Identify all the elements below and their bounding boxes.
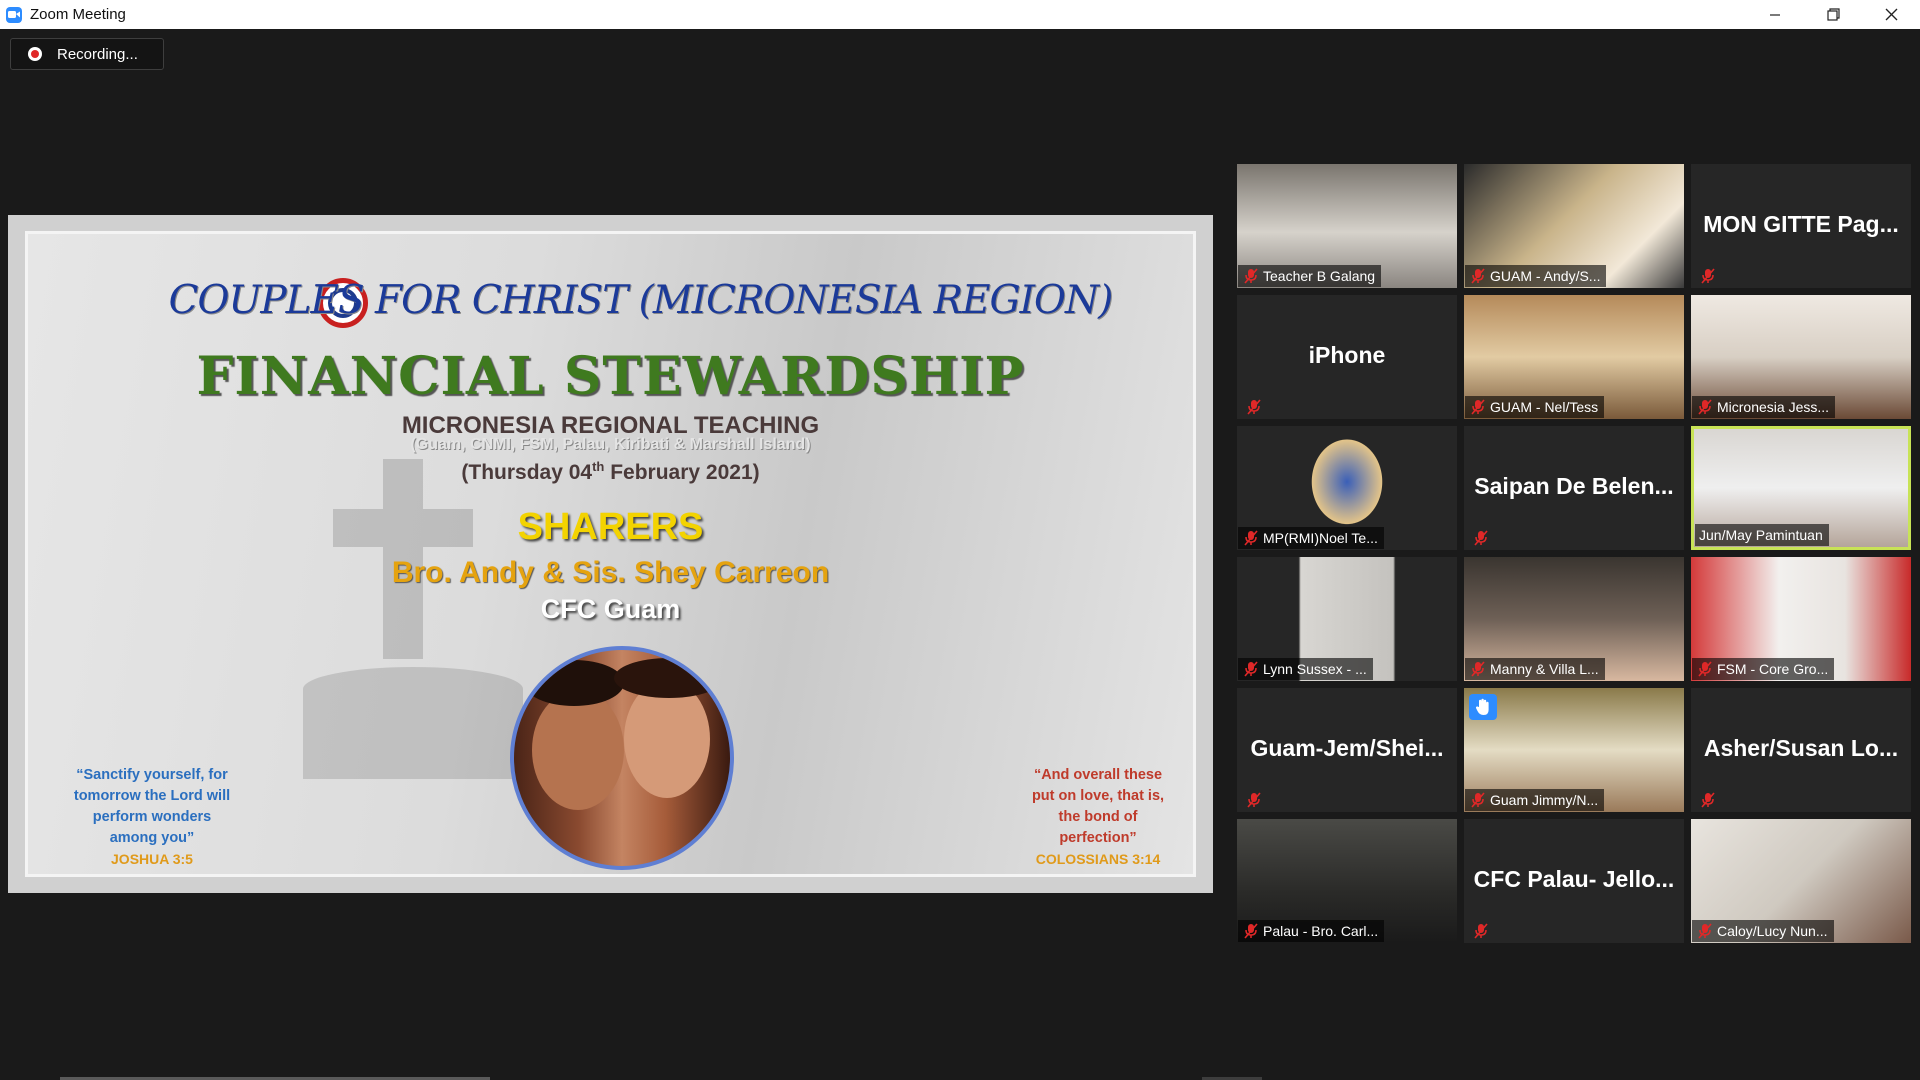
participant-nameplate: Lynn Sussex - ... [1238, 658, 1373, 680]
verse-left: “Sanctify yourself, for tomorrow the Lor… [73, 767, 231, 867]
sharers-heading: SHARERS [517, 506, 704, 548]
participant-tile[interactable]: FSM - Core Gro... [1691, 557, 1911, 681]
participant-tile[interactable]: Guam Jimmy/N... [1464, 688, 1684, 812]
window-title: Zoom Meeting [30, 6, 126, 23]
microphone-muted-icon [1468, 398, 1488, 416]
recording-indicator[interactable]: Recording... [10, 38, 164, 70]
microphone-muted-icon [1695, 398, 1715, 416]
microphone-muted-icon [1698, 791, 1718, 809]
microphone-muted-icon [1241, 922, 1261, 940]
participant-name: MON GITTE Pag... [1703, 211, 1899, 237]
participant-nameplate: Palau - Bro. Carl... [1238, 920, 1385, 942]
sharer-group: CFC Guam [540, 594, 681, 624]
microphone-muted-icon [1241, 660, 1261, 678]
participant-name: Teacher B Galang [1263, 268, 1376, 284]
close-button[interactable] [1862, 0, 1920, 29]
participant-tile[interactable]: Asher/Susan Lo... [1691, 688, 1911, 812]
participant-nameplate: Jun/May Pamintuan [1695, 524, 1829, 546]
participant-tile[interactable]: iPhone [1237, 295, 1457, 419]
participant-nameplate: Guam Jimmy/N... [1465, 789, 1605, 811]
sharers-photo [510, 646, 734, 870]
participant-tile[interactable]: Jun/May Pamintuan [1691, 426, 1911, 550]
raised-hand-icon [1469, 694, 1497, 720]
participant-name: Micronesia Jess... [1717, 399, 1830, 415]
participant-tile[interactable]: MP(RMI)Noel Te... [1237, 426, 1457, 550]
org-title: COUPLES FOR CHRIST (MICRONESIA REGION) [168, 278, 1114, 323]
participant-name: Palau - Bro. Carl... [1263, 923, 1379, 939]
participant-name: Asher/Susan Lo... [1703, 735, 1899, 761]
participant-nameplate: GUAM - Andy/S... [1465, 265, 1607, 287]
microphone-muted-icon [1468, 267, 1488, 285]
minimize-icon [1770, 13, 1780, 16]
shared-screen: COUPLES FOR CHRIST (MICRONESIA REGION) F… [8, 215, 1213, 893]
presentation-slide: COUPLES FOR CHRIST (MICRONESIA REGION) F… [25, 231, 1196, 877]
participant-name: Jun/May Pamintuan [1699, 527, 1823, 543]
participant-name: Saipan De Belen... [1474, 473, 1674, 499]
places-subtitle: (Guam, CNMI, FSM, Palau, Kiribati & Mars… [410, 436, 811, 453]
close-icon [1885, 8, 1897, 21]
microphone-muted-icon [1471, 529, 1491, 547]
microphone-muted-icon [1695, 922, 1715, 940]
participant-name: CFC Palau- Jello... [1473, 866, 1675, 892]
participant-tile[interactable]: GUAM - Andy/S... [1464, 164, 1684, 288]
participant-tile[interactable]: GUAM - Nel/Tess [1464, 295, 1684, 419]
participant-tile[interactable]: Teacher B Galang [1237, 164, 1457, 288]
microphone-muted-icon [1244, 791, 1264, 809]
participant-name: Manny & Villa L... [1490, 661, 1599, 677]
participant-tile[interactable]: Manny & Villa L... [1464, 557, 1684, 681]
participant-tile[interactable]: MON GITTE Pag... [1691, 164, 1911, 288]
microphone-muted-icon [1698, 267, 1718, 285]
sharer-names: Bro. Andy & Sis. Shey Carreon [391, 556, 830, 589]
participant-name: GUAM - Andy/S... [1490, 268, 1601, 284]
microphone-muted-icon [1241, 267, 1261, 285]
participant-nameplate: FSM - Core Gro... [1692, 658, 1835, 680]
microphone-muted-icon [1241, 529, 1261, 547]
participant-tile[interactable]: Guam-Jem/Shei... [1237, 688, 1457, 812]
microphone-muted-icon [1244, 398, 1264, 416]
participant-nameplate: GUAM - Nel/Tess [1465, 396, 1605, 418]
participant-name: Guam-Jem/Shei... [1250, 735, 1444, 761]
microphone-muted-icon [1468, 791, 1488, 809]
participant-tile[interactable]: Micronesia Jess... [1691, 295, 1911, 419]
slide-main-title: FINANCIAL STEWARDSHIP [196, 346, 1025, 407]
participant-name: GUAM - Nel/Tess [1490, 399, 1599, 415]
participant-tile[interactable]: Saipan De Belen... [1464, 426, 1684, 550]
restore-icon [1826, 8, 1840, 21]
participant-nameplate: Micronesia Jess... [1692, 396, 1836, 418]
restore-button[interactable] [1804, 0, 1862, 29]
microphone-muted-icon [1695, 660, 1715, 678]
participant-tile[interactable]: CFC Palau- Jello... [1464, 819, 1684, 943]
participant-name: Lynn Sussex - ... [1263, 661, 1367, 677]
minimize-button[interactable] [1746, 0, 1804, 29]
participant-name: Guam Jimmy/N... [1490, 792, 1599, 808]
participant-nameplate: Teacher B Galang [1238, 265, 1382, 287]
window-titlebar: Zoom Meeting [0, 0, 1920, 29]
event-date: (Thursday 04th February 2021) [461, 459, 760, 484]
verse-right: “And overall these put on love, that is,… [1031, 767, 1165, 867]
participant-nameplate: Caloy/Lucy Nun... [1692, 920, 1834, 942]
zoom-app-icon [6, 6, 22, 23]
participant-name: FSM - Core Gro... [1717, 661, 1829, 677]
participant-nameplate: Manny & Villa L... [1465, 658, 1605, 680]
participant-name: Caloy/Lucy Nun... [1717, 923, 1828, 939]
microphone-muted-icon [1468, 660, 1488, 678]
microphone-muted-icon [1471, 922, 1491, 940]
participant-name: iPhone [1308, 342, 1386, 368]
record-dot-icon [28, 47, 42, 61]
participant-tile[interactable]: Lynn Sussex - ... [1237, 557, 1457, 681]
participant-name: MP(RMI)Noel Te... [1263, 530, 1378, 546]
participant-tile[interactable]: Palau - Bro. Carl... [1237, 819, 1457, 943]
recording-label: Recording... [57, 45, 138, 63]
participant-tile[interactable]: Caloy/Lucy Nun... [1691, 819, 1911, 943]
participant-nameplate: MP(RMI)Noel Te... [1238, 527, 1384, 549]
